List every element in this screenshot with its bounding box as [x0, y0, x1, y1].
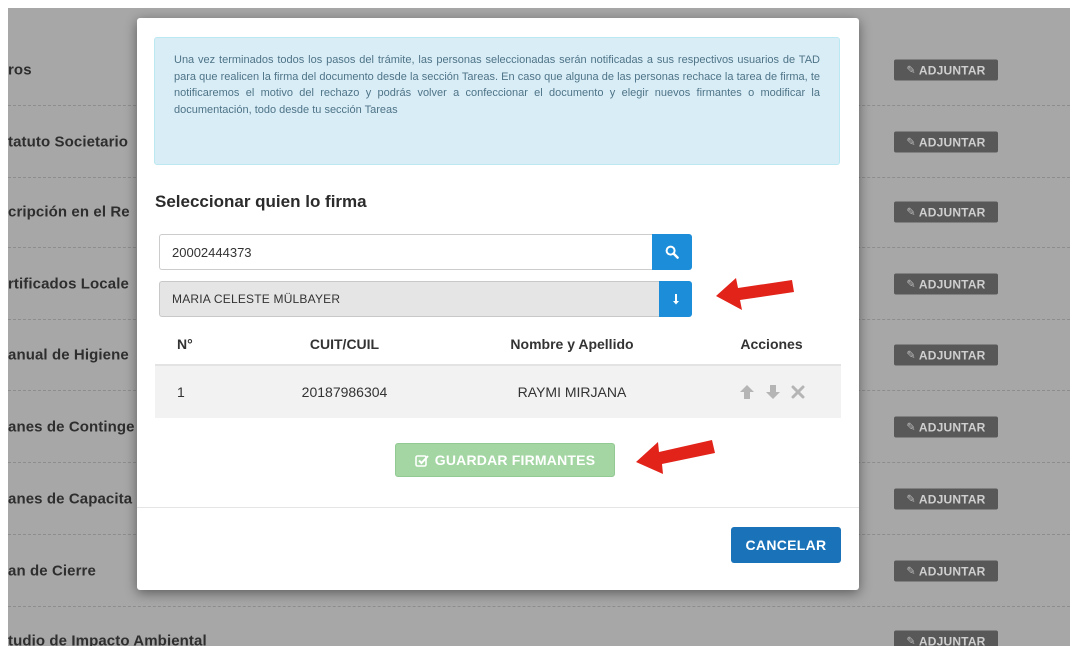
cancel-label: CANCELAR: [745, 537, 827, 553]
attach-button[interactable]: ✎ ADJUNTAR: [894, 630, 998, 646]
cuit-search-input[interactable]: [159, 234, 652, 270]
paperclip-icon: ✎: [906, 421, 916, 434]
paperclip-icon: ✎: [906, 349, 916, 362]
column-header-cuit: CUIT/CUIL: [247, 324, 442, 366]
add-signer-button[interactable]: [659, 281, 692, 317]
move-down-button[interactable]: [765, 384, 781, 400]
cell-cuit: 20187986304: [247, 365, 442, 418]
list-item: tudio de Impacto Ambiental ✎ ADJUNTAR: [8, 605, 1070, 646]
document-label: tatuto Societario: [8, 133, 129, 151]
cell-name: RAYMI MIRJANA: [442, 365, 702, 418]
attach-button[interactable]: ✎ ADJUNTAR: [894, 416, 998, 438]
column-header-number: N°: [155, 324, 247, 366]
document-label: ros: [8, 61, 32, 79]
info-alert: Una vez terminados todos los pasos del t…: [154, 37, 840, 165]
move-up-button[interactable]: [739, 384, 755, 400]
section-title: Seleccionar quien lo firma: [155, 192, 367, 211]
document-label: anes de Capacita: [8, 490, 133, 508]
cell-number: 1: [155, 365, 247, 418]
document-label: rtificados Locale: [8, 275, 129, 293]
attach-button[interactable]: ✎ ADJUNTAR: [894, 488, 998, 510]
document-label: anes de Continge: [8, 418, 135, 436]
row-actions: [702, 384, 841, 400]
attach-button[interactable]: ✎ ADJUNTAR: [894, 344, 998, 366]
attach-button[interactable]: ✎ ADJUNTAR: [894, 131, 998, 153]
close-icon: [791, 385, 804, 399]
search-result[interactable]: MARIA CELESTE MÜLBAYER: [159, 281, 659, 317]
save-signers-button[interactable]: GUARDAR FIRMANTES: [395, 443, 615, 477]
attach-button[interactable]: ✎ ADJUNTAR: [894, 201, 998, 223]
document-label: an de Cierre: [8, 562, 96, 580]
cancel-button[interactable]: CANCELAR: [731, 527, 841, 563]
search-icon: [665, 245, 679, 259]
footer-divider: [137, 507, 859, 508]
check-square-icon: [414, 454, 429, 467]
document-label: cripción en el Re: [8, 203, 130, 221]
column-header-actions: Acciones: [702, 324, 841, 366]
annotation-arrow-icon: [636, 440, 715, 474]
table-header-row: N° CUIT/CUIL Nombre y Apellido Acciones: [155, 324, 841, 366]
arrow-up-icon: [739, 385, 754, 399]
signers-table: N° CUIT/CUIL Nombre y Apellido Acciones …: [155, 324, 841, 418]
paperclip-icon: ✎: [906, 64, 916, 77]
remove-signer-button[interactable]: [791, 385, 805, 399]
paperclip-icon: ✎: [906, 565, 916, 578]
result-name: MARIA CELESTE MÜLBAYER: [172, 292, 341, 306]
paperclip-icon: ✎: [906, 278, 916, 291]
add-arrow-icon: [672, 294, 679, 305]
paperclip-icon: ✎: [906, 493, 916, 506]
document-label: anual de Higiene: [8, 346, 129, 364]
arrow-down-icon: [765, 385, 780, 399]
paperclip-icon: ✎: [906, 206, 916, 219]
attach-button[interactable]: ✎ ADJUNTAR: [894, 560, 998, 582]
column-header-name: Nombre y Apellido: [442, 324, 702, 366]
attach-button[interactable]: ✎ ADJUNTAR: [894, 273, 998, 295]
search-button[interactable]: [652, 234, 692, 270]
paperclip-icon: ✎: [906, 136, 916, 149]
save-signers-label: GUARDAR FIRMANTES: [434, 452, 596, 468]
table-row: 1 20187986304 RAYMI MIRJANA: [155, 365, 841, 418]
paperclip-icon: ✎: [906, 635, 916, 646]
annotation-arrow-icon: [716, 278, 794, 310]
cell-actions: [702, 365, 841, 418]
document-label: tudio de Impacto Ambiental: [8, 632, 207, 646]
attach-button[interactable]: ✎ ADJUNTAR: [894, 59, 998, 81]
